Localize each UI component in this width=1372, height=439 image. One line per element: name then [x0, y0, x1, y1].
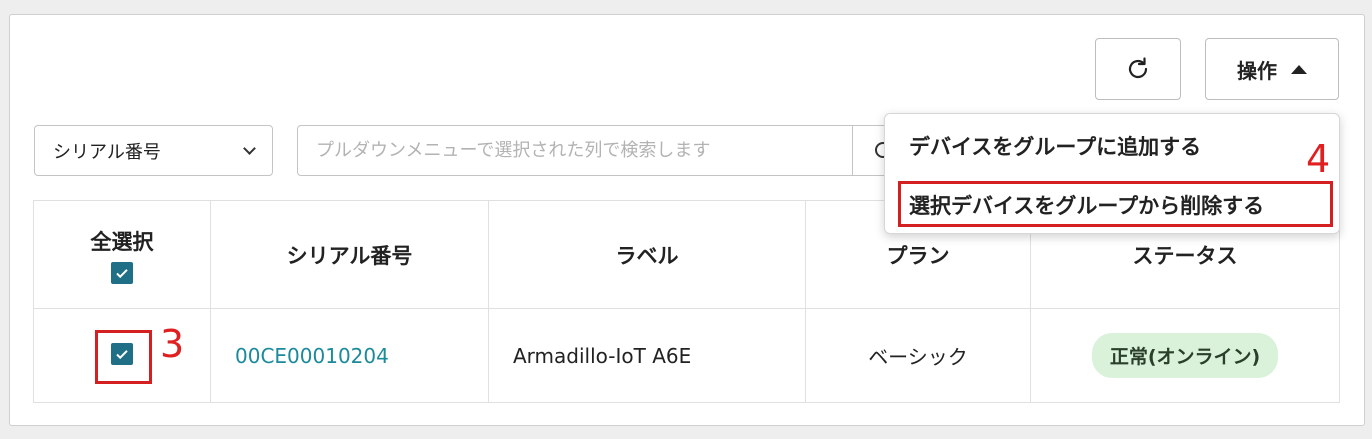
annotation-step-4: 4 — [1306, 137, 1331, 181]
check-icon — [116, 268, 128, 278]
column-select-value: シリアル番号 — [53, 141, 161, 163]
operations-button[interactable]: 操作 — [1205, 38, 1339, 100]
refresh-button[interactable] — [1095, 38, 1181, 100]
status-badge: 正常(オンライン) — [1091, 333, 1279, 378]
annotation-step-3: 3 — [160, 322, 185, 366]
refresh-icon — [1128, 57, 1148, 79]
column-select[interactable]: シリアル番号 — [34, 125, 273, 176]
column-header-serial[interactable]: シリアル番号 — [210, 200, 489, 309]
serial-link[interactable]: 00CE00010204 — [235, 344, 389, 368]
serial-cell: 00CE00010204 — [210, 308, 489, 403]
menu-item-add-to-group[interactable]: デバイスをグループに追加する — [909, 131, 1201, 161]
select-all-header: 全選択 — [33, 200, 211, 309]
table-row: 00CE00010204 Armadillo-IoT A6E ベーシック 正常(… — [33, 308, 1340, 403]
status-cell: 正常(オンライン) — [1030, 308, 1340, 403]
operations-label: 操作 — [1237, 58, 1277, 83]
caret-up-icon — [1291, 64, 1307, 74]
select-all-label: 全選択 — [90, 229, 154, 254]
label-cell: Armadillo-IoT A6E — [488, 308, 806, 403]
column-header-label[interactable]: ラベル — [488, 200, 806, 309]
annotation-highlight-row-checkbox — [95, 330, 152, 384]
search-input[interactable] — [297, 125, 853, 176]
plan-cell: ベーシック — [805, 308, 1031, 403]
chevron-down-icon — [243, 142, 256, 155]
annotation-highlight-menu-item — [898, 181, 1333, 227]
select-all-checkbox[interactable] — [111, 261, 133, 284]
